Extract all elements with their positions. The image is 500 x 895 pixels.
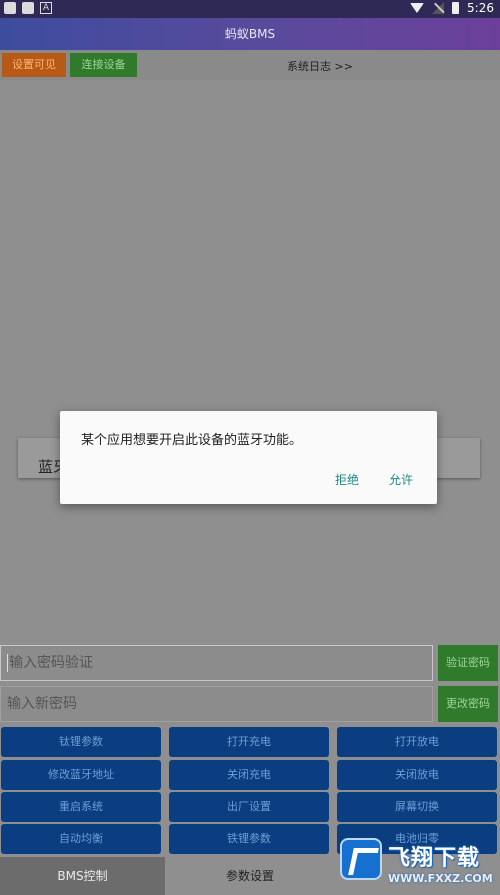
no-signal-icon: [432, 2, 445, 14]
auto-balance-button[interactable]: 自动均衡: [1, 824, 161, 854]
deny-button[interactable]: 拒绝: [335, 471, 359, 488]
dialog-message: 某个应用想要开启此设备的蓝牙功能。: [81, 433, 303, 448]
change-password-button[interactable]: 更改密码: [438, 686, 498, 722]
watermark-url: WWW.FXXZ.COM: [388, 872, 493, 885]
watermark-title: 飞翔下载: [388, 846, 481, 871]
notification-square-icon: [22, 2, 34, 14]
restart-system-button[interactable]: 重启系统: [1, 792, 161, 822]
screen-switch-button[interactable]: 屏幕切换: [337, 792, 497, 822]
system-log-link[interactable]: 系统日志 >>: [287, 58, 353, 74]
enable-discharge-button[interactable]: 打开放电: [337, 727, 497, 757]
status-time: 5:26: [467, 1, 494, 15]
tab-bms-control[interactable]: BMS控制: [0, 857, 165, 895]
verify-password-button[interactable]: 验证密码: [438, 645, 498, 681]
a-notification-icon: A: [40, 2, 52, 14]
status-right-icons: 5:26: [410, 1, 494, 15]
status-left-icons: A: [4, 2, 52, 14]
watermark-logo-icon: [340, 838, 382, 880]
allow-button[interactable]: 允许: [389, 471, 413, 488]
disable-discharge-button[interactable]: 关闭放电: [337, 760, 497, 790]
set-visible-button[interactable]: 设置可见: [2, 53, 66, 77]
new-password-placeholder: 输入新密码: [7, 696, 77, 712]
iron-lithium-params-button[interactable]: 铁锂参数: [169, 824, 329, 854]
factory-reset-button[interactable]: 出厂设置: [169, 792, 329, 822]
new-password-input[interactable]: 输入新密码: [0, 686, 433, 722]
wifi-icon: [410, 3, 425, 13]
modify-bluetooth-address-button[interactable]: 修改蓝牙地址: [1, 760, 161, 790]
titanium-lithium-params-button[interactable]: 钛锂参数: [1, 727, 161, 757]
connect-device-button[interactable]: 连接设备: [70, 53, 137, 77]
tab-parameter-settings[interactable]: 参数设置: [165, 857, 335, 895]
verify-password-placeholder: 输入密码验证: [9, 655, 93, 671]
verify-password-input[interactable]: 输入密码验证: [0, 645, 433, 681]
watermark: 飞翔下载 WWW.FXXZ.COM: [340, 836, 496, 892]
disable-charge-button[interactable]: 关闭充电: [169, 760, 329, 790]
notification-square-icon: [4, 2, 16, 14]
battery-icon: [452, 2, 460, 14]
text-caret: [7, 654, 8, 672]
app-title: 蚂蚁BMS: [0, 18, 500, 50]
enable-charge-button[interactable]: 打开充电: [169, 727, 329, 757]
status-bar: A 5:26: [0, 0, 500, 18]
bluetooth-permission-dialog: 某个应用想要开启此设备的蓝牙功能。 拒绝 允许: [60, 411, 437, 504]
